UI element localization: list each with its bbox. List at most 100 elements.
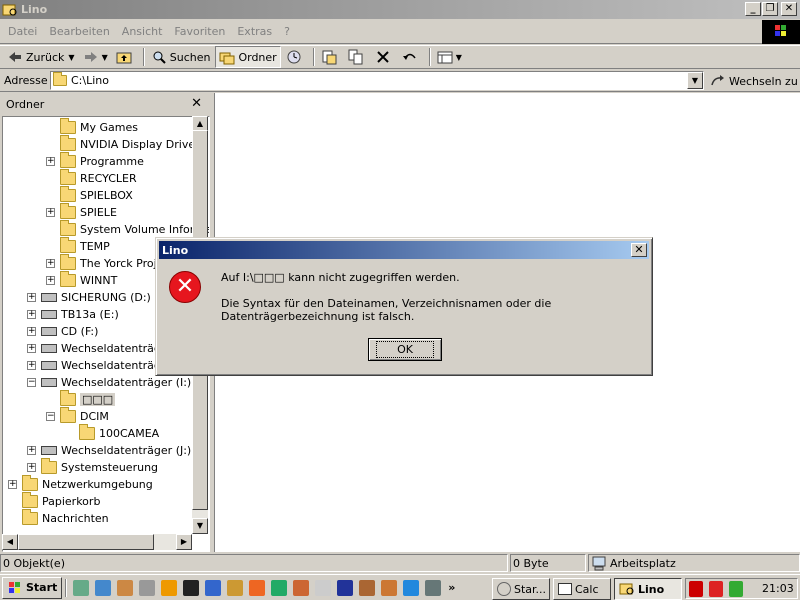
- tree-item[interactable]: Nachrichten: [22, 509, 109, 527]
- expand-icon[interactable]: +: [27, 293, 36, 302]
- expand-icon[interactable]: +: [8, 480, 17, 489]
- minimize-button[interactable]: _: [745, 2, 761, 16]
- scroll-right-icon[interactable]: ▶: [176, 534, 192, 550]
- address-dropdown-icon[interactable]: ▼: [687, 72, 703, 89]
- menu-ansicht[interactable]: Ansicht: [116, 25, 169, 38]
- tree-item[interactable]: + The Yorck Proje: [46, 254, 163, 272]
- internet-explorer-icon[interactable]: [403, 579, 420, 596]
- powerpoint-icon[interactable]: [293, 579, 310, 596]
- tree-item[interactable]: + Wechseldatenträge: [27, 357, 168, 374]
- tree-item[interactable]: + TB13a (E:): [27, 306, 119, 323]
- expand-icon[interactable]: +: [27, 344, 36, 353]
- go-button[interactable]: Wechseln zu: [710, 71, 798, 91]
- tree-item[interactable]: 100CAMEA: [79, 424, 159, 442]
- tree-item[interactable]: + Programme: [46, 152, 144, 170]
- restore-button[interactable]: ❐: [762, 2, 778, 16]
- search-button[interactable]: Suchen: [148, 46, 214, 68]
- tree-item[interactable]: + SPIELE: [46, 203, 117, 221]
- expand-icon[interactable]: +: [46, 208, 55, 217]
- views-button[interactable]: ▼: [434, 46, 465, 68]
- tree-item[interactable]: My Games: [60, 118, 138, 136]
- app-quicklaunch-icon[interactable]: [381, 579, 398, 596]
- tree-item[interactable]: NVIDIA Display Driver: [60, 135, 200, 153]
- undo-button[interactable]: [399, 46, 424, 68]
- tree-horizontal-scrollbar[interactable]: ◀ ▶: [2, 534, 192, 550]
- media-player-icon[interactable]: [161, 579, 178, 596]
- tree-item[interactable]: RECYCLER: [60, 169, 137, 187]
- forward-dropdown-icon[interactable]: ▼: [102, 53, 108, 62]
- hscroll-thumb[interactable]: [18, 534, 154, 550]
- ok-button[interactable]: OK: [368, 338, 442, 361]
- expand-icon[interactable]: +: [27, 310, 36, 319]
- expand-icon[interactable]: +: [27, 463, 36, 472]
- app-quicklaunch-icon[interactable]: [227, 579, 244, 596]
- move-to-button[interactable]: [318, 46, 343, 68]
- expand-icon[interactable]: +: [46, 259, 55, 268]
- pane-close-icon[interactable]: ✕: [191, 96, 202, 111]
- antivirus-icon[interactable]: [709, 580, 723, 597]
- forward-button[interactable]: ▼: [80, 46, 111, 68]
- tree-item[interactable]: + Systemsteuerung: [27, 458, 158, 476]
- folders-button[interactable]: Ordner: [215, 46, 281, 68]
- expand-icon[interactable]: +: [27, 361, 36, 370]
- address-value: C:\Lino: [71, 74, 109, 87]
- tree-item[interactable]: + WINNT: [46, 271, 117, 289]
- tree-item[interactable]: Papierkorb: [22, 492, 100, 510]
- tree-item[interactable]: + SICHERUNG (D:): [27, 289, 151, 306]
- expand-icon[interactable]: +: [27, 446, 36, 455]
- expand-icon[interactable]: +: [46, 157, 55, 166]
- scroll-down-icon[interactable]: ▼: [192, 518, 208, 534]
- tree-item[interactable]: SPIELBOX: [60, 186, 133, 204]
- task-button-calc[interactable]: Calc: [553, 578, 611, 600]
- menu-help[interactable]: ?: [278, 25, 296, 38]
- views-dropdown-icon[interactable]: ▼: [456, 53, 462, 62]
- tree-item[interactable]: + Wechseldatenträger (J:): [27, 442, 191, 459]
- tree-item[interactable]: □□□: [60, 390, 116, 408]
- back-dropdown-icon[interactable]: ▼: [68, 53, 74, 62]
- excel-icon[interactable]: [271, 579, 288, 596]
- collapse-icon[interactable]: −: [46, 412, 55, 421]
- task-button-star[interactable]: Star...: [492, 578, 550, 600]
- menu-bearbeiten[interactable]: Bearbeiten: [43, 25, 115, 38]
- expand-icon[interactable]: +: [27, 327, 36, 336]
- tree-item[interactable]: + Netzwerkumgebung: [8, 475, 153, 493]
- app-quicklaunch-icon[interactable]: [139, 579, 156, 596]
- app-quicklaunch-icon[interactable]: [359, 579, 376, 596]
- app-quicklaunch-icon[interactable]: [117, 579, 134, 596]
- up-button[interactable]: [113, 46, 138, 68]
- task-button-lino[interactable]: Lino: [614, 578, 682, 600]
- menu-datei[interactable]: Datei: [2, 25, 43, 38]
- explorer-quicklaunch-icon[interactable]: [95, 579, 112, 596]
- dialog-close-button[interactable]: ✕: [631, 243, 647, 257]
- collapse-icon[interactable]: −: [27, 378, 36, 387]
- word-icon[interactable]: [337, 579, 354, 596]
- app-quicklaunch-icon[interactable]: [315, 579, 332, 596]
- network-icon[interactable]: [729, 580, 743, 597]
- tree-item-label: Wechseldatenträge: [61, 342, 168, 355]
- tree-item[interactable]: − Wechseldatenträger (I:): [27, 374, 191, 391]
- tree-item[interactable]: + Wechseldatenträge: [27, 340, 168, 357]
- back-button[interactable]: Zurück ▼: [4, 46, 78, 68]
- tree-item[interactable]: System Volume Informa: [60, 220, 209, 238]
- app-quicklaunch-icon[interactable]: [425, 579, 442, 596]
- history-button[interactable]: [283, 46, 308, 68]
- close-button[interactable]: ✕: [781, 2, 797, 16]
- more-quicklaunch-icon[interactable]: »: [448, 581, 455, 594]
- clock[interactable]: 21:03: [762, 582, 794, 595]
- tree-item[interactable]: + CD (F:): [27, 323, 98, 340]
- delete-button[interactable]: [372, 46, 397, 68]
- solitaire-icon[interactable]: [183, 579, 200, 596]
- tree-item[interactable]: − DCIM: [46, 407, 109, 425]
- desktop-icon[interactable]: [73, 579, 90, 596]
- tray-app-icon[interactable]: [689, 580, 703, 597]
- scroll-left-icon[interactable]: ◀: [2, 534, 18, 550]
- start-button[interactable]: Start: [2, 576, 63, 599]
- expand-icon[interactable]: +: [46, 276, 55, 285]
- firefox-icon[interactable]: [249, 579, 266, 596]
- address-input[interactable]: C:\Lino ▼: [50, 71, 704, 90]
- menu-favoriten[interactable]: Favoriten: [168, 25, 231, 38]
- menu-extras[interactable]: Extras: [231, 25, 278, 38]
- tree-item[interactable]: TEMP: [60, 237, 110, 255]
- copy-to-button[interactable]: [345, 46, 370, 68]
- app-quicklaunch-icon[interactable]: [205, 579, 222, 596]
